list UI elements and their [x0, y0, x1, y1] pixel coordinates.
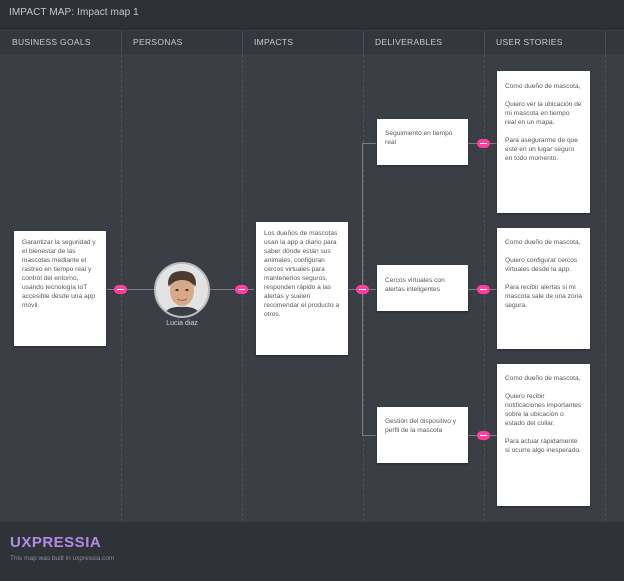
- story-role: Como dueño de mascota,: [505, 375, 581, 382]
- impact-text: Los dueños de mascotas usan la app a dia…: [264, 230, 340, 318]
- connection-dot[interactable]: [477, 285, 490, 294]
- story-benefit: Para asegurarme de que esté en un lugar …: [505, 137, 578, 162]
- deliverable-card[interactable]: Seguimiento en tiempo real: [377, 119, 468, 165]
- deliverable-label: Seguimiento en tiempo real: [385, 130, 453, 146]
- footer-bar: [0, 522, 624, 581]
- user-story-card[interactable]: Como dueño de mascota, Quiero ver la ubi…: [497, 71, 590, 213]
- connection-dot[interactable]: [477, 431, 490, 440]
- column-divider: [605, 31, 606, 54]
- column-user-stories[interactable]: USER STORIES: [484, 31, 605, 54]
- story-benefit: Para actuar rápidamente si ocurre algo i…: [505, 438, 581, 454]
- persona-avatar-icon[interactable]: [154, 262, 210, 318]
- business-goal-card[interactable]: Garantizar la seguridad y el bienestar d…: [14, 231, 106, 346]
- connection-dot[interactable]: [235, 285, 248, 294]
- uxpressia-logo[interactable]: UXPRESSIA: [10, 534, 101, 551]
- business-goal-text: Garantizar la seguridad y el bienestar d…: [22, 239, 96, 309]
- deliverable-card[interactable]: Gestión del dispositivo y perfil de la m…: [377, 407, 468, 463]
- connection-dot[interactable]: [477, 139, 490, 148]
- connector-line: [362, 435, 376, 436]
- footer-note: This map was built in uxpressia.com: [10, 555, 115, 562]
- story-want: Quiero recibir notificaciones importante…: [505, 393, 582, 427]
- connection-dot[interactable]: [356, 285, 369, 294]
- deliverable-label: Cercos virtuales con alertas inteligente…: [385, 277, 445, 293]
- deliverable-label: Gestión del dispositivo y perfil de la m…: [385, 418, 457, 434]
- connection-dot[interactable]: [114, 285, 127, 294]
- person-portrait-icon: [156, 264, 208, 316]
- story-benefit: Para recibir alertas si mi mascota sale …: [505, 284, 582, 309]
- story-want: Quiero ver la ubicación de mi mascota en…: [505, 101, 582, 126]
- connector-line: [362, 143, 376, 144]
- column-guide: [605, 55, 606, 521]
- persona-name: Lucia diaz: [166, 320, 198, 327]
- user-story-card[interactable]: Como dueño de mascota, Quiero recibir no…: [497, 364, 590, 506]
- column-deliverables[interactable]: DELIVERABLES: [363, 31, 484, 54]
- story-role: Como dueño de mascota,: [505, 83, 581, 90]
- impact-card[interactable]: Los dueños de mascotas usan la app a dia…: [256, 222, 348, 355]
- user-story-card[interactable]: Como dueño de mascota, Quiero configurar…: [497, 228, 590, 349]
- column-impacts[interactable]: IMPACTS: [242, 31, 363, 54]
- story-want: Quiero configurar cercos virtuales desde…: [505, 257, 578, 273]
- story-role: Como dueño de mascota,: [505, 239, 581, 246]
- deliverable-card[interactable]: Cercos virtuales con alertas inteligente…: [377, 265, 468, 311]
- column-business-goals[interactable]: BUSINESS GOALS: [0, 31, 121, 54]
- map-title: IMPACT MAP: Impact map 1: [0, 0, 624, 30]
- column-personas[interactable]: PERSONAS: [121, 31, 242, 54]
